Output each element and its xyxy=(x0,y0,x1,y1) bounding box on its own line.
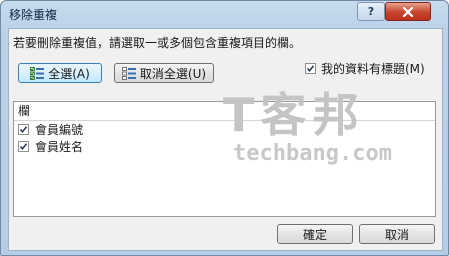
cancel-label: 取消 xyxy=(384,227,409,242)
list-item[interactable]: 會員編號 xyxy=(14,121,435,138)
columns-list-header: 欄 xyxy=(14,102,435,121)
close-icon xyxy=(402,6,414,17)
title-bar[interactable]: 移除重複 ? xyxy=(1,1,448,27)
select-all-icon xyxy=(30,66,45,80)
column-label: 會員姓名 xyxy=(35,140,84,154)
help-icon: ? xyxy=(367,5,375,18)
dialog-body: 若要刪除重複值，請選取一或多個包含重複項目的欄。 全選(A) 取消全選(U) 我… xyxy=(8,28,443,251)
ok-button[interactable]: 確定 xyxy=(277,224,353,244)
has-headers-checkbox[interactable] xyxy=(305,63,316,74)
column-checkbox[interactable] xyxy=(18,124,29,135)
help-button[interactable]: ? xyxy=(357,2,385,21)
instruction-text: 若要刪除重複值，請選取一或多個包含重複項目的欄。 xyxy=(13,36,302,50)
dialog-title: 移除重複 xyxy=(9,8,58,22)
select-all-button[interactable]: 全選(A) xyxy=(18,63,102,83)
has-headers-label: 我的資料有標題(M) xyxy=(321,62,425,76)
column-checkbox[interactable] xyxy=(18,141,29,152)
list-item[interactable]: 會員姓名 xyxy=(14,138,435,155)
cancel-button[interactable]: 取消 xyxy=(359,224,435,244)
unselect-all-icon xyxy=(121,66,136,80)
unselect-all-button[interactable]: 取消全選(U) xyxy=(114,63,214,83)
columns-list[interactable]: 欄 會員編號 會員姓名 xyxy=(13,101,436,217)
close-button[interactable] xyxy=(385,2,431,21)
select-all-label: 全選(A) xyxy=(48,66,90,81)
column-label: 會員編號 xyxy=(35,123,84,137)
dialog-window: 移除重複 ? 若要刪除重複值，請選取一或多個包含重複項目的欄。 全選(A) 取消… xyxy=(0,0,449,256)
unselect-all-label: 取消全選(U) xyxy=(139,66,207,81)
ok-label: 確定 xyxy=(302,227,327,242)
has-headers-option[interactable]: 我的資料有標題(M) xyxy=(305,60,425,77)
